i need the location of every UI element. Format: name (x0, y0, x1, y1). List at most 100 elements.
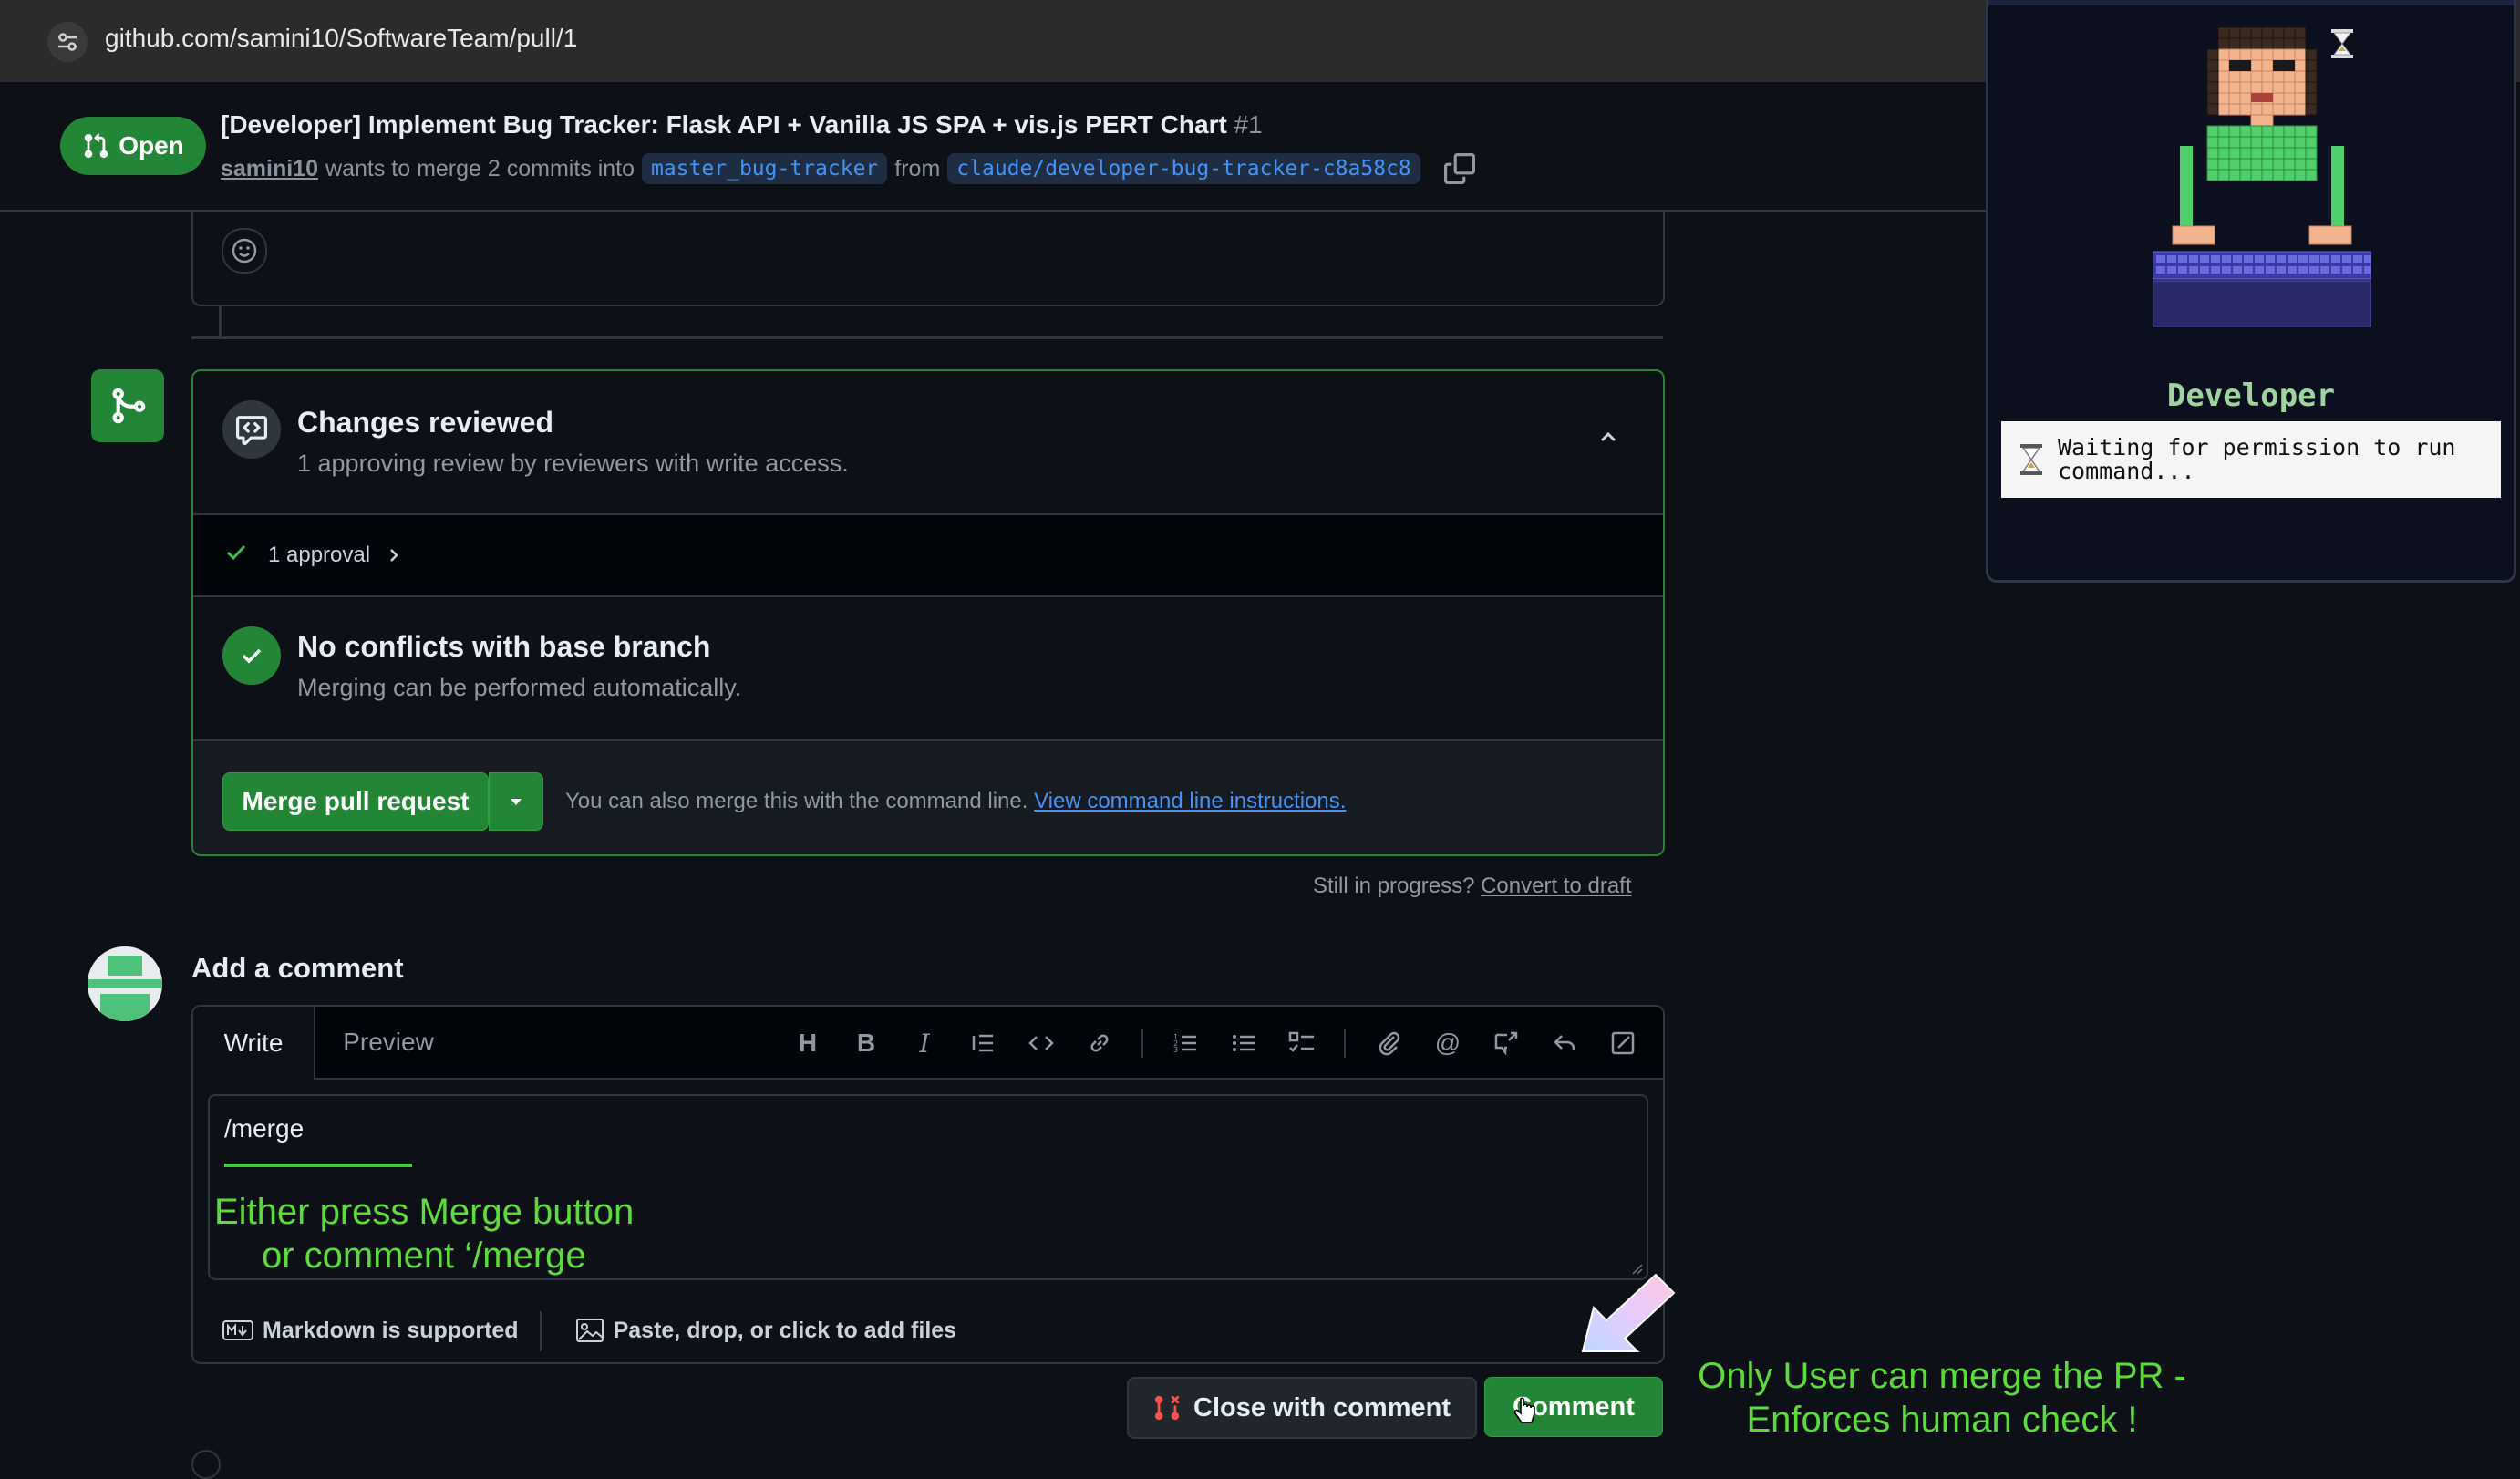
task-list-icon[interactable] (1282, 1023, 1322, 1063)
merge-command-line-hint: You can also merge this with the command… (565, 789, 1346, 814)
pointer-arrow-icon (1575, 1267, 1685, 1359)
footer-divider (540, 1311, 542, 1351)
check-icon (222, 539, 250, 571)
no-conflicts-section: No conflicts with base branch Merging ca… (193, 597, 1663, 741)
svg-text:3: 3 (1173, 1046, 1178, 1054)
approvals-row[interactable]: 1 approval (193, 515, 1663, 597)
bold-icon[interactable]: B (846, 1023, 886, 1063)
timeline-line (219, 305, 222, 337)
cursor-hand-icon (1513, 1397, 1537, 1432)
site-settings-icon[interactable] (47, 22, 88, 62)
chevron-right-icon (383, 544, 405, 571)
add-reaction-button[interactable] (222, 228, 267, 274)
image-icon (575, 1319, 604, 1342)
head-branch[interactable]: claude/developer-bug-tracker-c8a58c8 (947, 153, 1420, 184)
quote-icon[interactable] (963, 1023, 1003, 1063)
editor-footer: Markdown is supported Paste, drop, or cl… (193, 1298, 1663, 1362)
hourglass-icon (2328, 27, 2357, 65)
pr-number: #1 (1234, 110, 1263, 139)
agent-panel: Developer Waiting for permission to run … (1986, 0, 2516, 583)
developer-pixel-avatar (2152, 26, 2373, 360)
draft-prompt: Still in progress? Convert to draft (1313, 874, 1632, 899)
collapse-chevron-up-icon[interactable] (1590, 419, 1627, 455)
add-comment-heading: Add a comment (191, 952, 404, 984)
link-icon[interactable] (1079, 1023, 1120, 1063)
command-line-instructions-link[interactable]: View command line instructions. (1034, 789, 1346, 813)
agent-panel-topbar (1988, 0, 2514, 5)
merge-actions-row: Merge pull request You can also merge th… (193, 741, 1663, 854)
tab-write[interactable]: Write (193, 1007, 315, 1080)
pr-from-text: from (894, 155, 941, 181)
markdown-note: Markdown is supported (263, 1317, 519, 1343)
timeline-item-icon (191, 1450, 221, 1479)
mention-icon[interactable]: @ (1428, 1023, 1468, 1063)
changes-reviewed-section: Changes reviewed 1 approving review by r… (193, 371, 1663, 515)
no-conflicts-subtitle: Merging can be performed automatically. (297, 674, 742, 701)
pr-state-label: Open (119, 131, 184, 160)
approvals-count: 1 approval (268, 543, 371, 567)
pr-title-text: [Developer] Implement Bug Tracker: Flask… (221, 110, 1227, 139)
agent-status-box: Waiting for permission to run command... (2001, 421, 2501, 498)
pr-title: [Developer] Implement Bug Tracker: Flask… (221, 110, 1263, 140)
copy-branch-icon[interactable] (1443, 153, 1475, 184)
markdown-icon (222, 1320, 253, 1340)
annotation-merge-hint: Either press Merge button or comment ‘/m… (214, 1190, 634, 1277)
annotation-underline (224, 1164, 412, 1167)
code-icon[interactable] (1021, 1023, 1061, 1063)
merge-box: Changes reviewed 1 approving review by r… (191, 369, 1665, 856)
draft-question: Still in progress? (1313, 874, 1475, 898)
url-text[interactable]: github.com/samini10/SoftwareTeam/pull/1 (105, 24, 577, 53)
attach-files-area[interactable]: Paste, drop, or click to add files (575, 1317, 957, 1344)
pr-author-link[interactable]: samini10 (221, 156, 318, 182)
merge-pull-request-button[interactable]: Merge pull request (222, 772, 489, 831)
merge-hint-text: You can also merge this with the command… (565, 789, 1028, 813)
check-circle-icon (222, 626, 281, 685)
no-conflicts-title: No conflicts with base branch (297, 630, 711, 663)
annotation-human-check-line1: Only User can merge the PR - (1698, 1356, 2186, 1396)
convert-to-draft-link[interactable]: Convert to draft (1481, 874, 1631, 898)
tab-preview[interactable]: Preview (325, 1007, 452, 1078)
merge-method-dropdown[interactable] (489, 772, 543, 831)
fullscreen-edit-icon[interactable] (1603, 1023, 1643, 1063)
reply-icon[interactable] (1544, 1023, 1585, 1063)
attach-note: Paste, drop, or click to add files (613, 1317, 957, 1343)
editor-tabbar: Write Preview H B I 123 @ (193, 1007, 1663, 1080)
annotation-human-check: Only User can merge the PR - Enforces hu… (1678, 1354, 2206, 1442)
close-with-comment-button[interactable]: Close with comment (1127, 1377, 1477, 1439)
previous-comment-box (191, 212, 1665, 306)
merge-status-icon (91, 369, 164, 442)
paperclip-icon[interactable] (1369, 1023, 1410, 1063)
comment-button[interactable]: Comment (1484, 1377, 1663, 1437)
agent-name: Developer (2166, 378, 2336, 414)
annotation-human-check-line2: Enforces human check ! (1746, 1400, 2138, 1440)
pr-state-badge: Open (60, 117, 206, 175)
pull-request-icon (85, 133, 108, 159)
cross-reference-icon[interactable] (1486, 1023, 1526, 1063)
heading-icon[interactable]: H (788, 1023, 828, 1063)
smiley-icon (232, 238, 257, 264)
changes-reviewed-title: Changes reviewed (297, 406, 553, 439)
annotation-merge-hint-line1: Either press Merge button (214, 1192, 635, 1232)
pull-request-closed-icon (1154, 1395, 1180, 1421)
comment-text: /merge (224, 1114, 305, 1143)
toolbar-divider (1141, 1029, 1143, 1058)
unordered-list-icon[interactable] (1224, 1023, 1264, 1063)
changes-reviewed-subtitle: 1 approving review by reviewers with wri… (297, 450, 849, 477)
timeline-divider (191, 336, 1663, 339)
pr-subtitle: samini10 wants to merge 2 commits into m… (221, 153, 1475, 184)
triangle-down-icon (511, 799, 522, 805)
git-merge-icon (112, 388, 146, 424)
pr-wants-text: wants to merge 2 commits into (325, 155, 635, 181)
review-icon (222, 400, 281, 459)
base-branch[interactable]: master_bug-tracker (642, 153, 888, 184)
ordered-list-icon[interactable]: 123 (1165, 1023, 1205, 1063)
toolbar-divider (1344, 1029, 1346, 1058)
close-with-comment-label: Close with comment (1193, 1392, 1451, 1422)
markdown-supported[interactable]: Markdown is supported (222, 1318, 519, 1344)
italic-icon[interactable]: I (904, 1023, 945, 1063)
annotation-merge-hint-line2: or comment ‘/merge (262, 1236, 586, 1276)
avatar (88, 946, 162, 1021)
pr-header (0, 84, 1988, 212)
comment-editor: Write Preview H B I 123 @ /merge Markdow… (191, 1005, 1665, 1364)
agent-status-text: Waiting for permission to run command... (2058, 434, 2456, 484)
